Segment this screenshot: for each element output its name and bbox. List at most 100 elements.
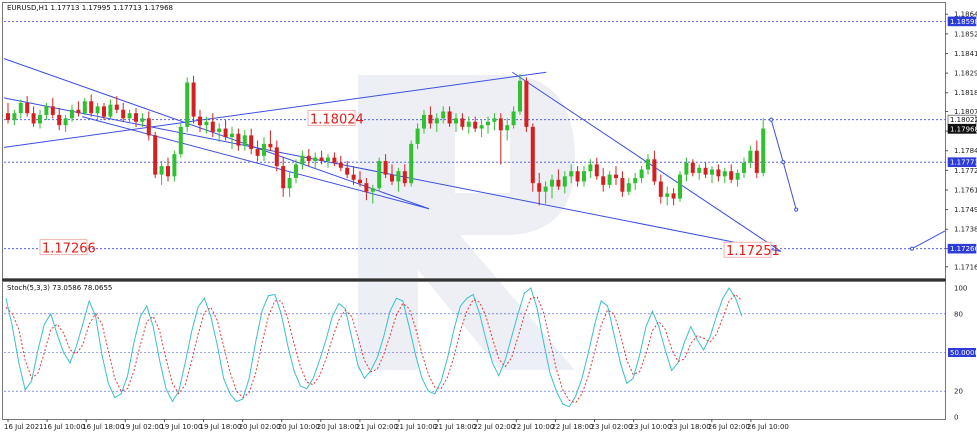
x-tick-label: 16 Jul 2021 (4, 423, 44, 431)
x-tick-label: 19 Jul 02:00 (121, 423, 163, 431)
x-tick-label: 19 Jul 18:00 (200, 423, 242, 431)
candle-body (396, 171, 401, 182)
forecast-point (781, 160, 786, 165)
candle-body (710, 169, 714, 175)
stoch-y-tick-label: 0 (954, 414, 958, 422)
x-tick-label: 20 Jul 10:00 (278, 423, 320, 431)
candle-body (268, 143, 273, 148)
candle-body (530, 126, 535, 184)
candle-body (345, 167, 350, 175)
candle-body (671, 193, 676, 199)
candle-body (498, 118, 503, 131)
candle-body (697, 167, 702, 173)
candle-body (454, 118, 458, 124)
candle-body (556, 179, 561, 187)
candle-body (82, 101, 87, 114)
price-tag-label: 1.18598 (950, 18, 977, 26)
candle-body (178, 126, 183, 155)
candle-body (38, 114, 42, 124)
candle-body (249, 135, 254, 150)
candle-body (524, 80, 529, 127)
y-tick-label: 1.17160 (954, 263, 977, 271)
candle-body (473, 121, 478, 129)
candle-body (319, 157, 324, 161)
candle-body (121, 109, 126, 119)
y-tick-label: 1.17840 (954, 147, 977, 155)
candle-body (665, 193, 670, 197)
y-tick-label: 1.18180 (954, 89, 977, 97)
candle-body (351, 174, 356, 180)
candle-body (588, 164, 593, 172)
candle-body (338, 162, 343, 168)
candle-body (658, 181, 663, 197)
y-tick-label: 1.18525 (954, 30, 977, 38)
candle-body (57, 114, 62, 126)
x-tick-label: 26 Jul 02:00 (708, 423, 750, 431)
candle-body (223, 128, 228, 138)
candle-body (306, 155, 311, 161)
candle-body (274, 147, 279, 167)
forecast-point (794, 207, 799, 212)
candle-body (722, 171, 727, 177)
candle-body (620, 178, 625, 192)
candle-body (255, 149, 260, 156)
x-tick-label: 23 Jul 18:00 (669, 423, 711, 431)
x-tick-label: 21 Jul 02:00 (356, 423, 398, 431)
candle-body (300, 155, 305, 165)
y-tick-label: 1.18070 (954, 108, 977, 116)
candle-body (537, 183, 542, 192)
candle-body (754, 150, 759, 173)
candle-body (102, 106, 106, 117)
candle-body (479, 125, 484, 129)
price-tag-label: 1.17773 (950, 159, 977, 167)
x-tick-label: 23 Jul 10:00 (630, 423, 672, 431)
candle-body (25, 102, 30, 114)
candle-body (690, 162, 695, 173)
candle-body (50, 106, 55, 115)
candle-body (486, 121, 490, 126)
candle-body (518, 80, 522, 112)
candle-body (134, 113, 138, 122)
candle-body (230, 133, 234, 138)
candle-body (505, 125, 510, 131)
y-tick-label: 1.18295 (954, 70, 977, 78)
candle-body (332, 157, 337, 163)
candle-body (492, 118, 497, 122)
annotation-label: 1.18024 (310, 112, 364, 127)
candle-body (377, 160, 382, 189)
candle-body (447, 111, 452, 124)
candle-body (543, 186, 548, 192)
candle-body (358, 179, 362, 184)
candle-body (70, 109, 74, 119)
candle-body (313, 157, 318, 161)
candle-body (326, 157, 330, 161)
candle-body (31, 113, 36, 124)
candle-body (434, 118, 439, 124)
candle-body (383, 160, 388, 175)
candle-body (390, 174, 394, 182)
candle-body (729, 171, 734, 180)
candle-body (569, 171, 574, 177)
y-tick-label: 1.17725 (954, 167, 977, 175)
candle-body (153, 135, 158, 175)
price-tag-label: 1.18022 (950, 116, 977, 124)
candle-body (684, 162, 689, 175)
candle-body (511, 111, 516, 126)
annotation-label: 1.17251 (726, 244, 780, 259)
stoch-y-tick-label: 80 (954, 310, 963, 318)
candle-body (127, 113, 132, 119)
candle-body (204, 121, 209, 126)
candle-body (441, 111, 446, 119)
candle-body (575, 171, 580, 182)
candle-body (236, 133, 241, 146)
candle-body (582, 171, 586, 182)
candle-body (402, 171, 407, 184)
candle-body (607, 174, 612, 185)
candle-body (742, 162, 746, 173)
candle-body (114, 104, 119, 110)
candle-body (172, 154, 177, 177)
candle-body (287, 178, 292, 189)
x-tick-label: 21 Jul 18:00 (434, 423, 476, 431)
x-tick-label: 23 Jul 02:00 (591, 423, 633, 431)
chart-svg: 1.18024 1.17266 1.17251 50.0000 100 80 20 0 1.… (0, 0, 977, 435)
